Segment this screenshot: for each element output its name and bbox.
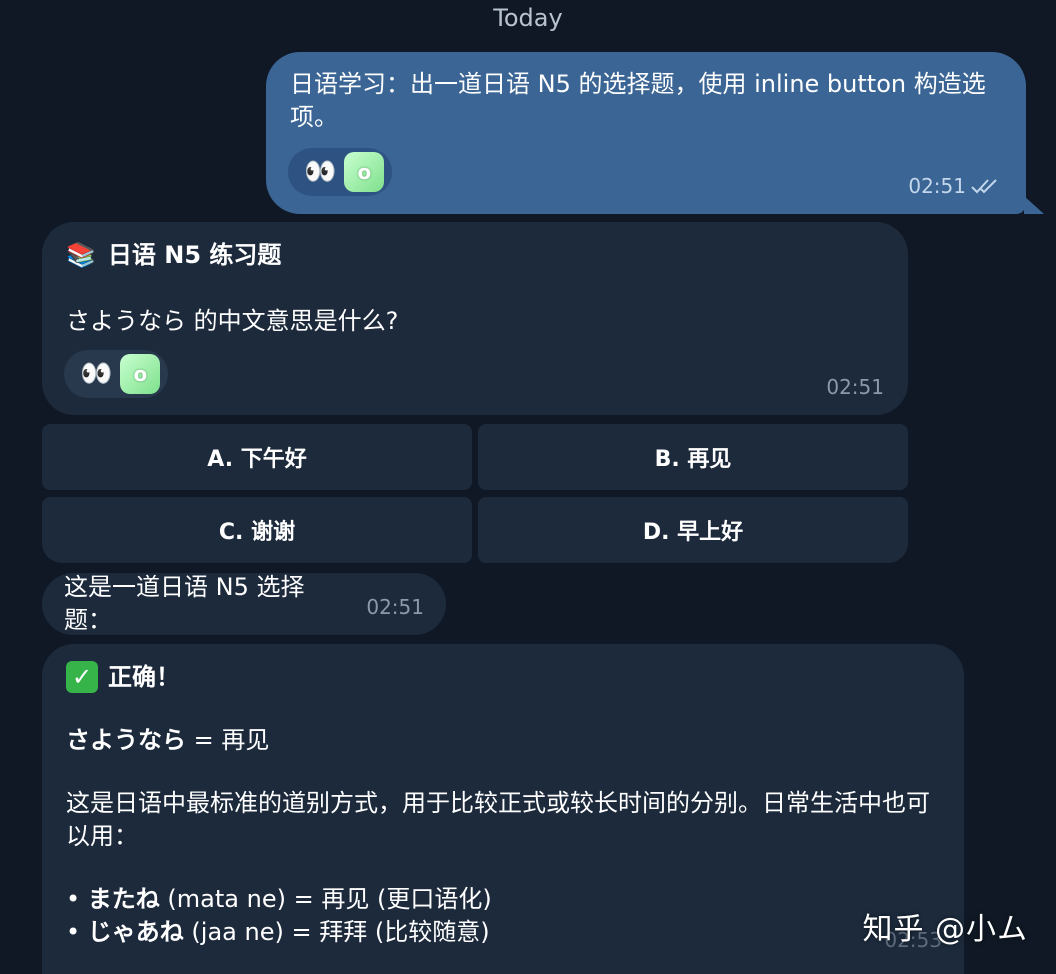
- answer-equation-jp: さようなら: [66, 726, 186, 754]
- eyes-reaction-icon[interactable]: 👀: [304, 159, 336, 185]
- message-time-text: 02:51: [908, 174, 966, 198]
- note-message-text: 这是一道日语 N5 选择题：: [64, 573, 305, 634]
- quiz-title-text: 日语 N5 练习题: [107, 241, 282, 269]
- quiz-title: 📚 日语 N5 练习题: [66, 236, 884, 274]
- date-divider: Today: [493, 4, 563, 32]
- list-item: • じゃあね (jaa ne) = 拜拜 (比较随意): [66, 918, 490, 946]
- message-time: 02:51: [908, 174, 1000, 198]
- reactions-bar[interactable]: 👀 o: [64, 350, 169, 398]
- answer-title: ✓ 正确！: [66, 660, 940, 694]
- outgoing-message-text: 日语学习：出一道日语 N5 的选择题，使用 inline button 构造选项…: [290, 70, 986, 131]
- quiz-question-text: さようなら 的中文意思是什么?: [66, 307, 399, 335]
- answer-list: • またね (mata ne) = 再见 (更口语化) • じゃあね (jaa …: [66, 883, 940, 949]
- option-d-button[interactable]: D. 早上好: [478, 497, 908, 563]
- check-mark-icon: ✓: [66, 661, 98, 693]
- double-check-icon: [971, 179, 997, 194]
- answer-description: 这是日语中最标准的道别方式，用于比较正式或较长时间的分别。日常生活中也可以用：: [66, 789, 930, 850]
- list-item-rest: (mata ne) = 再见 (更口语化): [159, 885, 492, 913]
- reactions-bar[interactable]: 👀 o: [288, 148, 393, 196]
- note-message[interactable]: 这是一道日语 N5 选择题： 02:51: [42, 573, 446, 635]
- option-b-button[interactable]: B. 再见: [478, 424, 908, 490]
- outgoing-message[interactable]: 日语学习：出一道日语 N5 的选择题，使用 inline button 构造选项…: [266, 52, 1044, 214]
- quiz-question-message[interactable]: 📚 日语 N5 练习题 さようなら 的中文意思是什么? 👀 o 02:51: [42, 222, 908, 415]
- answer-equation: さようなら = 再见: [66, 724, 940, 757]
- reactor-avatar[interactable]: o: [120, 354, 161, 394]
- message-time: 02:51: [826, 375, 884, 399]
- answer-title-text: 正确！: [108, 663, 180, 691]
- list-item-jp: じゃあね: [87, 918, 184, 946]
- list-item-rest: (jaa ne) = 拜拜 (比较随意): [183, 918, 490, 946]
- list-item: • またね (mata ne) = 再见 (更口语化): [66, 885, 492, 913]
- watermark: 知乎 @小ム: [862, 912, 1028, 947]
- option-a-button[interactable]: A. 下午好: [42, 424, 472, 490]
- books-icon: 📚: [66, 241, 96, 269]
- reactor-avatar[interactable]: o: [344, 152, 385, 192]
- answer-equation-rest: = 再见: [186, 726, 270, 754]
- eyes-reaction-icon[interactable]: 👀: [80, 361, 112, 387]
- message-time: 02:51: [366, 595, 424, 619]
- answer-message[interactable]: ✓ 正确！ さようなら = 再见 这是日语中最标准的道别方式，用于比较正式或较长…: [42, 644, 964, 974]
- option-c-button[interactable]: C. 谢谢: [42, 497, 472, 563]
- list-item-jp: またね: [87, 885, 160, 913]
